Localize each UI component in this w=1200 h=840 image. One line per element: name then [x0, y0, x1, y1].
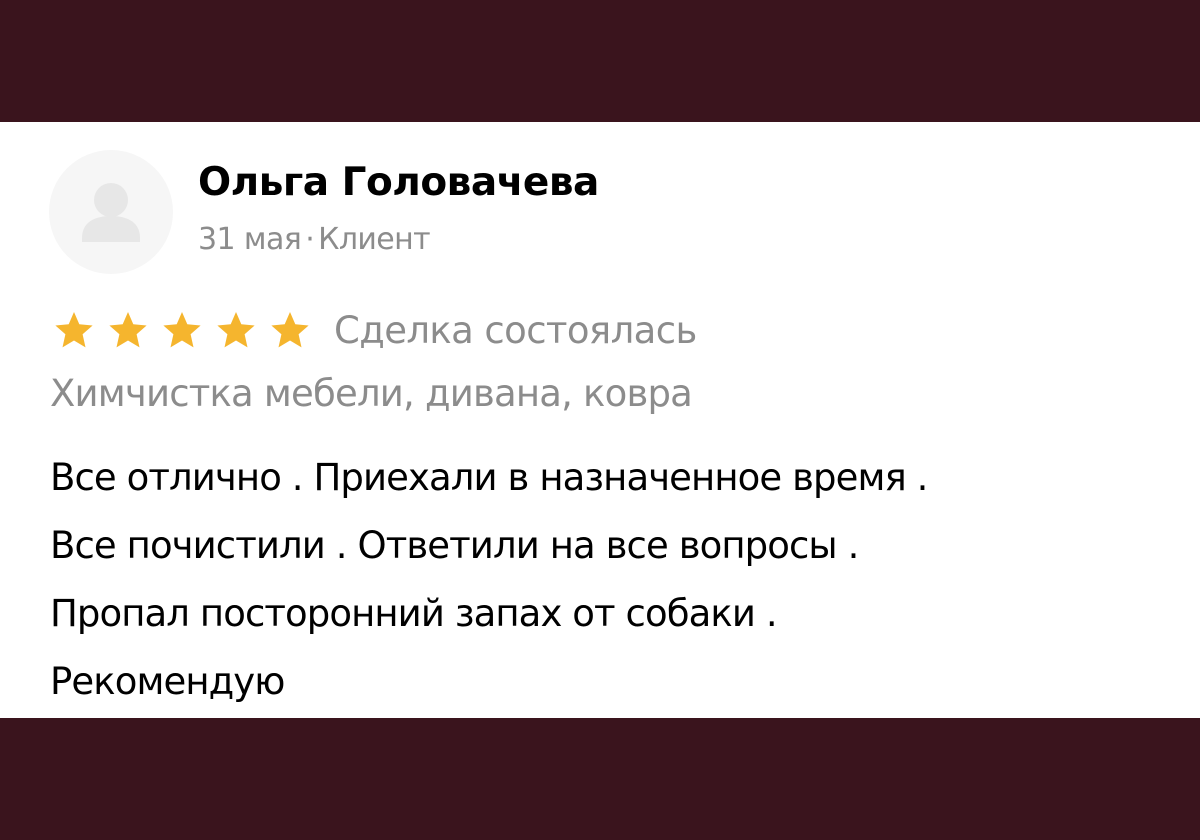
review-text-line: Пропал посторонний запах от собаки . [50, 592, 778, 635]
review-text: Все отлично . Приехали в назначенное вре… [50, 444, 1150, 716]
deal-status: Сделка состоялась [334, 308, 697, 352]
star-icon [212, 304, 260, 356]
star-rating [50, 304, 320, 356]
review-text-line: Все почистили . Ответили на все вопросы … [50, 524, 859, 567]
review-date: 31 мая [198, 222, 302, 257]
rating-row: Сделка состоялась [50, 304, 697, 356]
meta-separator: · [305, 222, 315, 257]
review-card: Ольга Головачева 31 мая · Клиент Сделка со… [0, 122, 1200, 718]
service-name: Химчистка мебели, дивана, ковра [50, 372, 693, 415]
user-silhouette-icon [82, 183, 140, 242]
author-name[interactable]: Ольга Головачева [198, 160, 599, 205]
star-icon [266, 304, 314, 356]
author-role: Клиент [318, 222, 431, 257]
avatar[interactable] [49, 150, 173, 274]
review-text-line: Рекомендую [50, 660, 285, 703]
review-text-line: Все отлично . Приехали в назначенное вре… [50, 456, 928, 499]
review-meta: 31 мая · Клиент [198, 222, 431, 257]
star-icon [50, 304, 98, 356]
star-icon [104, 304, 152, 356]
star-icon [158, 304, 206, 356]
